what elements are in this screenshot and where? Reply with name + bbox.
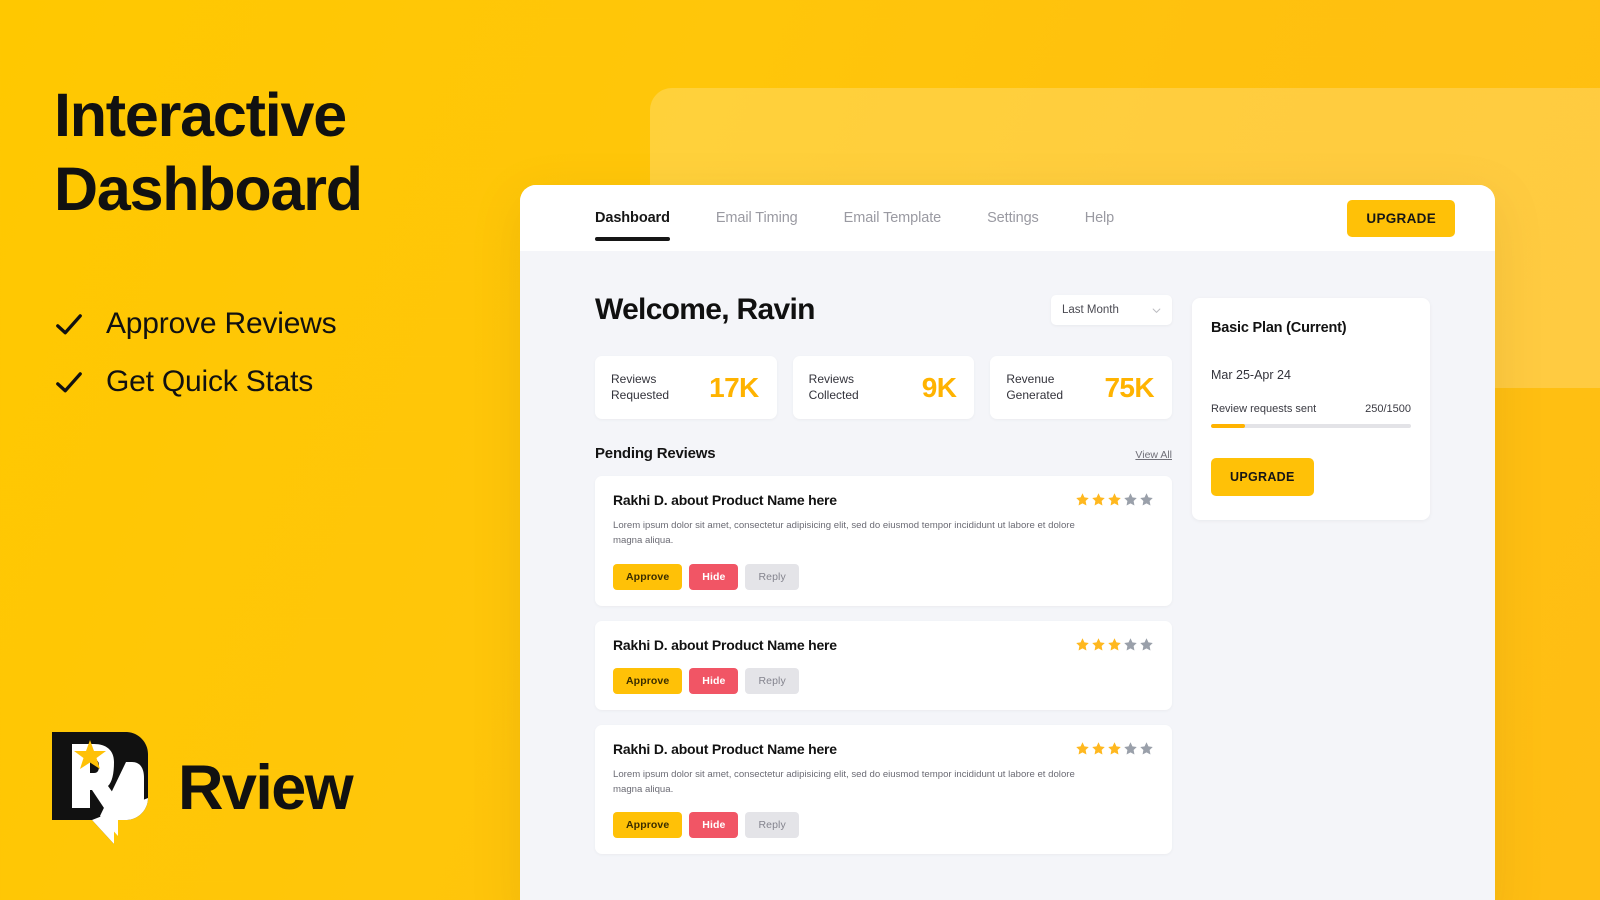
promo-panel: Interactive Dashboard Approve Reviews Ge… <box>0 0 530 900</box>
upgrade-button-plan[interactable]: UPGRADE <box>1211 458 1314 496</box>
view-all-link[interactable]: View All <box>1135 449 1172 461</box>
plan-date-range: Mar 25-Apr 24 <box>1211 368 1291 382</box>
reply-button[interactable]: Reply <box>745 563 799 590</box>
approve-button[interactable]: Approve <box>613 563 683 590</box>
hide-button[interactable]: Hide <box>689 563 739 590</box>
promo-bullet-label: Approve Reviews <box>106 306 337 340</box>
check-icon <box>54 367 84 397</box>
star-icon-filled <box>1107 741 1122 756</box>
list-item: Get Quick Stats <box>54 365 530 399</box>
list-item: Approve Reviews <box>54 307 530 341</box>
stats-row: Reviews Requested 17K Reviews Collected … <box>595 356 1173 419</box>
tab-settings[interactable]: Settings <box>964 185 1062 251</box>
period-select[interactable]: Last Month <box>1051 295 1172 325</box>
promo-title-line-1: Interactive <box>54 81 347 149</box>
review-header: Rakhi D. about Product Name here <box>613 741 1154 757</box>
review-text: Lorem ipsum dolor sit amet, consectetur … <box>613 768 1075 795</box>
star-icon-empty <box>1139 492 1154 507</box>
dashboard-window: Dashboard Email Timing Email Template Se… <box>520 185 1495 900</box>
plan-usage-row: Review requests sent 250/1500 <box>1211 403 1411 415</box>
stat-card-revenue-generated: Revenue Generated 75K <box>990 356 1173 419</box>
star-icon-filled <box>1107 492 1122 507</box>
plan-card: Basic Plan (Current) Mar 25-Apr 24 Revie… <box>1192 298 1430 520</box>
check-icon <box>54 309 84 339</box>
tab-help[interactable]: Help <box>1062 185 1137 251</box>
review-title: Rakhi D. about Product Name here <box>613 740 837 757</box>
pending-reviews-header: Pending Reviews View All <box>595 445 1172 462</box>
stat-card-reviews-requested: Reviews Requested 17K <box>595 356 777 419</box>
review-title: Rakhi D. about Product Name here <box>613 492 837 508</box>
reply-button[interactable]: Reply <box>745 812 799 839</box>
review-actions: Approve Hide Reply <box>613 812 1154 839</box>
stat-value: 9K <box>921 371 957 403</box>
star-icon-filled <box>1075 741 1090 756</box>
star-icon-filled <box>1075 492 1090 507</box>
star-icon-filled <box>1107 637 1122 652</box>
pending-reviews-title: Pending Reviews <box>595 445 716 462</box>
tab-email-timing-label: Email Timing <box>715 210 798 226</box>
review-text: Lorem ipsum dolor sit amet, consectetur … <box>613 520 1075 546</box>
usage-progress-fill <box>1211 424 1245 428</box>
stat-card-reviews-collected: Reviews Collected 9K <box>792 356 975 419</box>
logo-wordmark: Rview <box>178 753 354 823</box>
reply-button[interactable]: Reply <box>745 667 799 694</box>
review-actions: Approve Hide Reply <box>613 563 1154 590</box>
logo: Rview <box>52 732 354 844</box>
tab-email-template[interactable]: Email Template <box>821 185 964 251</box>
plan-title: Basic Plan (Current) <box>1211 320 1347 336</box>
review-card: Rakhi D. about Product Name here Lorem i… <box>595 476 1172 606</box>
star-rating <box>1075 741 1154 756</box>
promo-title-line-2: Dashboard <box>54 155 363 224</box>
star-rating <box>1075 492 1154 507</box>
tab-email-timing[interactable]: Email Timing <box>693 185 821 251</box>
tab-help-label: Help <box>1084 210 1115 226</box>
review-header: Rakhi D. about Product Name here <box>613 492 1154 508</box>
star-icon-empty <box>1139 741 1154 756</box>
star-icon-filled <box>1091 492 1106 507</box>
tab-dashboard-label: Dashboard <box>595 210 670 226</box>
star-icon-filled <box>1075 637 1090 652</box>
hide-button[interactable]: Hide <box>689 667 739 694</box>
star-icon-filled <box>1091 741 1106 756</box>
welcome-title: Welcome, Ravin <box>595 293 815 326</box>
star-icon-empty <box>1139 637 1154 652</box>
promo-bullet-list: Approve Reviews Get Quick Stats <box>54 307 530 399</box>
approve-button[interactable]: Approve <box>613 667 683 694</box>
review-header: Rakhi D. about Product Name here <box>613 637 1154 653</box>
period-select-value: Last Month <box>1062 304 1119 316</box>
stat-label: Reviews Requested <box>611 371 670 402</box>
dashboard-side-column: Basic Plan (Current) Mar 25-Apr 24 Revie… <box>1192 293 1430 869</box>
tab-settings-label: Settings <box>987 210 1039 226</box>
review-card: Rakhi D. about Product Name here Approve… <box>595 620 1172 710</box>
welcome-row: Welcome, Ravin Last Month <box>595 293 1172 327</box>
plan-usage-label: Review requests sent <box>1211 403 1317 415</box>
hide-button[interactable]: Hide <box>689 812 739 839</box>
tab-email-template-label: Email Template <box>843 210 942 226</box>
stat-label: Reviews Collected <box>808 371 859 402</box>
review-card: Rakhi D. about Product Name here Lorem i… <box>595 724 1172 855</box>
tab-dashboard[interactable]: Dashboard <box>595 185 693 251</box>
chevron-down-icon <box>1152 306 1161 315</box>
star-icon-empty <box>1123 741 1138 756</box>
star-icon-filled <box>1091 637 1106 652</box>
dashboard-main-column: Welcome, Ravin Last Month Reviews Reques… <box>595 293 1173 869</box>
page-title: Interactive Dashboard <box>54 78 474 227</box>
upgrade-button-nav[interactable]: UPGRADE <box>1347 199 1455 237</box>
star-rating <box>1075 637 1154 652</box>
approve-button[interactable]: Approve <box>613 812 683 839</box>
star-icon-empty <box>1123 492 1138 507</box>
stat-value: 75K <box>1104 371 1155 403</box>
dashboard-body: Welcome, Ravin Last Month Reviews Reques… <box>520 251 1495 869</box>
plan-usage-value: 250/1500 <box>1365 403 1411 415</box>
usage-progress-bar <box>1211 424 1411 428</box>
promo-bullet-label: Get Quick Stats <box>106 364 314 398</box>
star-icon-empty <box>1123 637 1138 652</box>
stat-value: 17K <box>709 371 759 403</box>
top-navigation: Dashboard Email Timing Email Template Se… <box>520 185 1495 251</box>
review-title: Rakhi D. about Product Name here <box>613 636 837 653</box>
stat-label: Revenue Generated <box>1006 371 1064 402</box>
review-actions: Approve Hide Reply <box>613 667 1154 694</box>
rview-logo-icon <box>52 732 148 844</box>
nav-item-list: Dashboard Email Timing Email Template Se… <box>595 185 1137 251</box>
